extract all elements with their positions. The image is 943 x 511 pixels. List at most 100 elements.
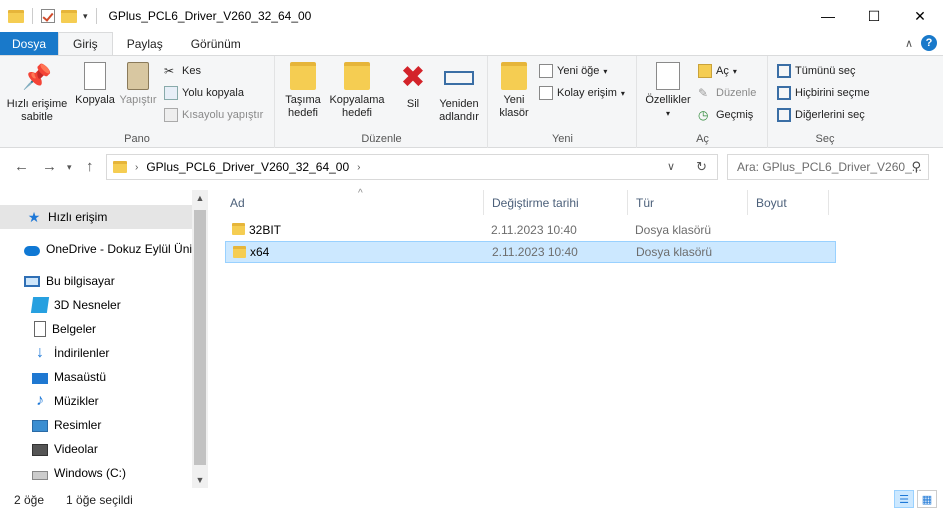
back-arrow-icon[interactable]: ← bbox=[14, 158, 29, 175]
nav-item-music[interactable]: ♪ Müzikler bbox=[0, 389, 99, 413]
table-row[interactable]: 32BIT 2.11.2023 10:40 Dosya klasörü bbox=[225, 219, 825, 241]
breadcrumb-current[interactable]: GPlus_PCL6_Driver_V260_32_64_00 bbox=[146, 160, 349, 174]
minimize-button[interactable]: — bbox=[805, 0, 851, 32]
copy-to-label: Kopyalama hedefi bbox=[329, 94, 385, 119]
column-header-type[interactable]: Tür bbox=[628, 190, 748, 215]
computer-icon bbox=[24, 275, 40, 287]
copy-button[interactable]: Kopyala bbox=[74, 62, 116, 107]
search-icon[interactable]: ⚲ bbox=[911, 159, 921, 175]
cloud-icon bbox=[24, 245, 40, 256]
paste-icon bbox=[127, 62, 149, 90]
group-clipboard: 📌 Hızlı erişime sabitle Kopyala Yapıştır… bbox=[0, 56, 275, 148]
nav-item-desktop[interactable]: Masaüstü bbox=[0, 365, 106, 389]
window-controls: — ☐ ✕ bbox=[805, 0, 943, 32]
table-row[interactable]: x64 2.11.2023 10:40 Dosya klasörü bbox=[225, 241, 836, 263]
tab-share[interactable]: Paylaş bbox=[113, 32, 177, 55]
select-all-button[interactable]: Tümünü seç bbox=[777, 64, 856, 78]
copy-path-button[interactable]: Yolu kopyala bbox=[164, 86, 244, 100]
nav-item-videos[interactable]: Videolar bbox=[0, 437, 98, 461]
navigation-scrollbar[interactable]: ▲ ▼ bbox=[192, 190, 208, 488]
download-icon: ↓ bbox=[36, 344, 44, 361]
pin-label: Hızlı erişime sabitle bbox=[6, 98, 68, 123]
nav-item-pictures[interactable]: Resimler bbox=[0, 413, 101, 437]
help-icon[interactable]: ? bbox=[921, 35, 937, 51]
open-label: Aç bbox=[716, 65, 729, 77]
file-type: Dosya klasörü bbox=[636, 245, 713, 259]
paste-button[interactable]: Yapıştır bbox=[118, 62, 158, 107]
customize-toolbar-dropdown-icon[interactable]: ▾ bbox=[83, 11, 88, 22]
folder-icon bbox=[113, 161, 127, 173]
invert-selection-label: Diğerlerini seç bbox=[795, 109, 865, 121]
nav-item-label: 3D Nesneler bbox=[54, 298, 121, 312]
status-bar: 2 öğe 1 öğe seçildi ☰ ▦ bbox=[0, 488, 943, 511]
delete-label: Sil bbox=[406, 98, 420, 110]
move-to-button[interactable]: Taşıma hedefi bbox=[280, 62, 326, 120]
details-view-icon[interactable]: ☰ bbox=[894, 490, 914, 508]
scrollbar-thumb[interactable] bbox=[194, 210, 206, 465]
group-label-open: Aç bbox=[696, 133, 709, 145]
paste-shortcut-button[interactable]: Kısayolu yapıştır bbox=[164, 108, 263, 122]
scroll-up-icon[interactable]: ▲ bbox=[192, 193, 208, 203]
nav-item-3d-objects[interactable]: 3D Nesneler bbox=[0, 293, 121, 317]
close-button[interactable]: ✕ bbox=[897, 0, 943, 32]
file-name: x64 bbox=[250, 245, 270, 259]
tab-home[interactable]: Giriş bbox=[58, 32, 113, 55]
select-none-button[interactable]: Hiçbirini seçme bbox=[777, 86, 870, 100]
invert-selection-button[interactable]: Diğerlerini seç bbox=[777, 108, 865, 122]
column-header-modified[interactable]: Değiştirme tarihi bbox=[484, 190, 628, 215]
refresh-icon[interactable]: ↻ bbox=[696, 159, 707, 175]
properties-button[interactable]: Özellikler ▾ bbox=[642, 62, 694, 120]
scroll-down-icon[interactable]: ▼ bbox=[192, 475, 208, 485]
collapse-ribbon-icon[interactable]: ∧ bbox=[905, 37, 913, 50]
invert-selection-icon bbox=[777, 108, 791, 122]
history-button[interactable]: ◷ Geçmiş bbox=[698, 108, 753, 122]
breadcrumb-chevron-icon[interactable]: › bbox=[357, 162, 360, 173]
item-count: 2 öğe bbox=[14, 492, 45, 507]
nav-item-label: Videolar bbox=[54, 442, 98, 456]
large-icons-view-icon[interactable]: ▦ bbox=[917, 490, 937, 508]
breadcrumb-chevron-icon[interactable]: › bbox=[135, 162, 138, 173]
nav-item-windows-drive[interactable]: Windows (C:) bbox=[0, 461, 126, 485]
group-label-organize: Düzenle bbox=[361, 133, 402, 145]
nav-item-onedrive[interactable]: OneDrive - Dokuz Eylül Üniv bbox=[0, 237, 198, 261]
recent-locations-chevron-icon[interactable]: ▾ bbox=[67, 162, 72, 173]
column-header-size[interactable]: Boyut bbox=[748, 190, 829, 215]
nav-item-quick-access[interactable]: ★ Hızlı erişim bbox=[0, 205, 192, 229]
folder-icon bbox=[233, 246, 246, 258]
rename-button[interactable]: Yeniden adlandır bbox=[434, 62, 484, 124]
copy-to-button[interactable]: Kopyalama hedefi bbox=[328, 62, 386, 120]
address-bar[interactable]: › GPlus_PCL6_Driver_V260_32_64_00 › ∨ ↻ bbox=[106, 154, 718, 180]
group-new: Yeni klasör Yeni öğe ▾ Kolay erişim ▾ Ye… bbox=[489, 56, 637, 148]
delete-button[interactable]: ✖ Sil bbox=[396, 62, 430, 111]
easy-access-label: Kolay erişim bbox=[557, 87, 617, 99]
group-open: Özellikler ▾ Aç ▾ ✎ Düzenle ◷ Geçmiş Aç bbox=[638, 56, 768, 148]
properties-quick-icon[interactable] bbox=[41, 9, 55, 23]
select-all-icon bbox=[777, 64, 791, 78]
tab-view[interactable]: Görünüm bbox=[177, 32, 255, 55]
open-button[interactable]: Aç ▾ bbox=[698, 64, 737, 78]
desktop-icon bbox=[32, 373, 48, 384]
edit-button[interactable]: ✎ Düzenle bbox=[698, 86, 756, 100]
new-item-icon bbox=[539, 64, 553, 78]
column-header-modified-label: Değiştirme tarihi bbox=[492, 195, 579, 210]
forward-arrow-icon[interactable]: → bbox=[42, 158, 57, 175]
address-history-dropdown-icon[interactable]: ∨ bbox=[667, 160, 675, 173]
scissors-icon: ✂ bbox=[164, 64, 175, 78]
maximize-button[interactable]: ☐ bbox=[851, 0, 897, 32]
up-arrow-icon[interactable]: ↑ bbox=[86, 158, 94, 175]
select-all-label: Tümünü seç bbox=[795, 65, 856, 77]
column-header-name[interactable]: Ad ^ bbox=[222, 188, 484, 215]
nav-item-documents[interactable]: Belgeler bbox=[0, 317, 96, 341]
nav-item-this-pc[interactable]: Bu bilgisayar bbox=[0, 269, 115, 293]
new-folder-button[interactable]: Yeni klasör bbox=[493, 62, 535, 120]
pin-quick-access-button[interactable]: 📌 Hızlı erişime sabitle bbox=[6, 62, 68, 124]
cut-button[interactable]: ✂ Kes bbox=[164, 64, 201, 78]
tab-file[interactable]: Dosya bbox=[0, 32, 59, 55]
search-input[interactable]: Ara: GPlus_PCL6_Driver_V260_... ⚲ bbox=[727, 154, 929, 180]
folder-icon bbox=[8, 9, 24, 23]
easy-access-button[interactable]: Kolay erişim ▾ bbox=[539, 86, 625, 100]
new-item-button[interactable]: Yeni öğe ▾ bbox=[539, 64, 607, 78]
nav-item-downloads[interactable]: ↓ İndirilenler bbox=[0, 341, 109, 365]
new-folder-quick-icon[interactable] bbox=[61, 9, 77, 23]
folder-icon bbox=[232, 223, 245, 235]
